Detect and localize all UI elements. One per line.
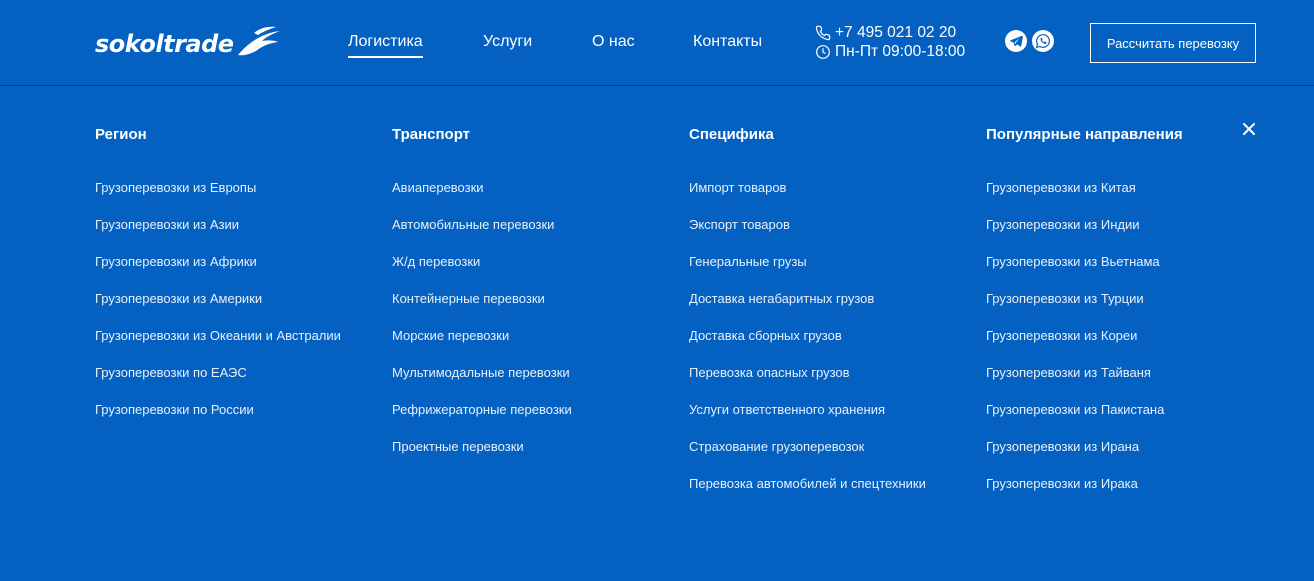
menu-link[interactable]: Контейнерные перевозки bbox=[392, 291, 545, 306]
menu-column-region: Регион Грузоперевозки из Европы Грузопер… bbox=[95, 125, 341, 437]
menu-link[interactable]: Грузоперевозки из Африки bbox=[95, 254, 257, 269]
social-links bbox=[1005, 30, 1054, 52]
hours-row: Пн-Пт 09:00-18:00 bbox=[815, 42, 965, 61]
menu-link[interactable]: Перевозка автомобилей и спецтехники bbox=[689, 476, 926, 491]
menu-link[interactable]: Проектные перевозки bbox=[392, 439, 524, 454]
phone-number[interactable]: +7 495 021 02 20 bbox=[835, 23, 956, 42]
column-title: Регион bbox=[95, 126, 147, 143]
link-list: Грузоперевозки из Европы Грузоперевозки … bbox=[95, 178, 341, 437]
nav-logistics[interactable]: Логистика bbox=[348, 33, 423, 58]
column-title: Популярные направления bbox=[986, 126, 1183, 143]
phone-row[interactable]: +7 495 021 02 20 bbox=[815, 23, 965, 42]
menu-link[interactable]: Грузоперевозки из Океании и Австралии bbox=[95, 328, 341, 343]
column-title: Транспорт bbox=[392, 126, 471, 143]
menu-link[interactable]: Грузоперевозки по России bbox=[95, 402, 254, 417]
menu-column-transport: Транспорт Авиаперевозки Автомобильные пе… bbox=[392, 125, 572, 474]
menu-link[interactable]: Грузоперевозки из Турции bbox=[986, 291, 1144, 306]
contact-info: +7 495 021 02 20 Пн-Пт 09:00-18:00 bbox=[815, 23, 965, 61]
menu-link[interactable]: Услуги ответственного хранения bbox=[689, 402, 885, 417]
link-list: Авиаперевозки Автомобильные перевозки Ж/… bbox=[392, 178, 572, 474]
menu-link[interactable]: Грузоперевозки из Индии bbox=[986, 217, 1140, 232]
menu-link[interactable]: Грузоперевозки из Ирана bbox=[986, 439, 1139, 454]
menu-link[interactable]: Экспорт товаров bbox=[689, 217, 790, 232]
falcon-logo-icon bbox=[237, 26, 280, 56]
menu-column-specifics: Специфика Импорт товаров Экспорт товаров… bbox=[689, 125, 926, 511]
menu-link[interactable]: Грузоперевозки из Европы bbox=[95, 180, 256, 195]
menu-link[interactable]: Грузоперевозки из Азии bbox=[95, 217, 239, 232]
menu-link[interactable]: Автомобильные перевозки bbox=[392, 217, 554, 232]
menu-column-popular-destinations: Популярные направления Грузоперевозки из… bbox=[986, 125, 1183, 511]
menu-link[interactable]: Грузоперевозки из Вьетнама bbox=[986, 254, 1160, 269]
column-title: Специфика bbox=[689, 126, 774, 143]
whatsapp-icon[interactable] bbox=[1032, 30, 1054, 52]
menu-link[interactable]: Грузоперевозки из Тайваня bbox=[986, 365, 1151, 380]
menu-link[interactable]: Мультимодальные перевозки bbox=[392, 365, 570, 380]
menu-link[interactable]: Грузоперевозки из Америки bbox=[95, 291, 262, 306]
menu-link[interactable]: Грузоперевозки по ЕАЭС bbox=[95, 365, 247, 380]
menu-link[interactable]: Генеральные грузы bbox=[689, 254, 807, 269]
telegram-icon[interactable] bbox=[1005, 30, 1027, 52]
logo[interactable]: sokoltrade bbox=[95, 24, 282, 64]
close-icon[interactable] bbox=[1240, 120, 1258, 138]
working-hours: Пн-Пт 09:00-18:00 bbox=[835, 43, 966, 60]
menu-link[interactable]: Грузоперевозки из Кореи bbox=[986, 328, 1137, 343]
logo-text: sokoltrade bbox=[95, 30, 234, 58]
menu-link[interactable]: Авиаперевозки bbox=[392, 180, 484, 195]
link-list: Грузоперевозки из Китая Грузоперевозки и… bbox=[986, 178, 1183, 511]
menu-link[interactable]: Доставка сборных грузов bbox=[689, 328, 842, 343]
menu-link[interactable]: Ж/д перевозки bbox=[392, 254, 480, 269]
menu-link[interactable]: Страхование грузоперевозок bbox=[689, 439, 864, 454]
menu-link[interactable]: Доставка негабаритных грузов bbox=[689, 291, 874, 306]
calculate-shipping-button[interactable]: Рассчитать перевозку bbox=[1090, 23, 1256, 63]
menu-link[interactable]: Грузоперевозки из Пакистана bbox=[986, 402, 1164, 417]
menu-link[interactable]: Морские перевозки bbox=[392, 328, 509, 343]
clock-icon bbox=[816, 44, 830, 59]
menu-link[interactable]: Рефрижераторные перевозки bbox=[392, 402, 572, 417]
nav-about[interactable]: О нас bbox=[592, 33, 635, 56]
phone-icon bbox=[815, 25, 831, 40]
menu-link[interactable]: Грузоперевозки из Китая bbox=[986, 180, 1136, 195]
menu-link[interactable]: Импорт товаров bbox=[689, 180, 786, 195]
menu-link[interactable]: Грузоперевозки из Ирака bbox=[986, 476, 1138, 491]
menu-link[interactable]: Перевозка опасных грузов bbox=[689, 365, 850, 380]
nav-contacts[interactable]: Контакты bbox=[693, 33, 762, 56]
nav-services[interactable]: Услуги bbox=[483, 33, 532, 56]
site-header: sokoltrade Логистика Услуги О нас Контак… bbox=[0, 0, 1314, 86]
link-list: Импорт товаров Экспорт товаров Генеральн… bbox=[689, 178, 926, 511]
